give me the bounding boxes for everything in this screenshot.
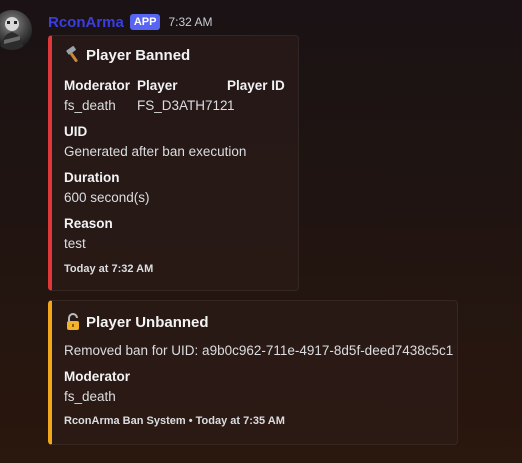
app-badge: APP [129, 14, 161, 30]
message-timestamp[interactable]: 7:32 AM [168, 15, 212, 29]
reason-field-name: Reason [64, 216, 113, 231]
bot-username[interactable]: RconArma [48, 14, 124, 31]
hammer-icon [64, 46, 82, 64]
uid-field-value: Generated after ban execution [64, 144, 247, 159]
ban-title-text: Player Banned [86, 46, 191, 64]
ban-embed-title: Player Banned [64, 46, 190, 64]
duration-field-name: Duration [64, 170, 120, 185]
player-id-field-value: 1 [227, 98, 235, 113]
player-field-name: Player [137, 78, 178, 93]
unban-embed: Player Unbanned Removed ban for UID: a9b… [48, 300, 458, 445]
moderator-field-name: Moderator [64, 78, 131, 93]
player-id-field-name: Player ID [227, 78, 285, 93]
unban-moderator-field-name: Moderator [64, 369, 131, 384]
unban-moderator-field-value: fs_death [64, 389, 116, 404]
ban-embed: Player Banned Moderator fs_death Player … [48, 35, 299, 291]
unban-title-text: Player Unbanned [86, 313, 209, 331]
unban-embed-title: Player Unbanned [64, 313, 209, 331]
duration-field-value: 600 second(s) [64, 190, 150, 205]
reason-field-value: test [64, 236, 86, 251]
unlocked-padlock-icon [64, 313, 82, 331]
moderator-field-value: fs_death [64, 98, 116, 113]
message-header: RconArma APP 7:32 AM [48, 12, 213, 32]
player-field-value: FS_D3ATH712 [137, 98, 228, 113]
unban-embed-footer: RconArma Ban System • Today at 7:35 AM [64, 415, 285, 427]
uid-field-name: UID [64, 124, 88, 139]
unban-description: Removed ban for UID: a9b0c962-711e-4917-… [64, 343, 454, 358]
bot-avatar[interactable] [0, 10, 32, 50]
ban-embed-footer: Today at 7:32 AM [64, 263, 154, 275]
